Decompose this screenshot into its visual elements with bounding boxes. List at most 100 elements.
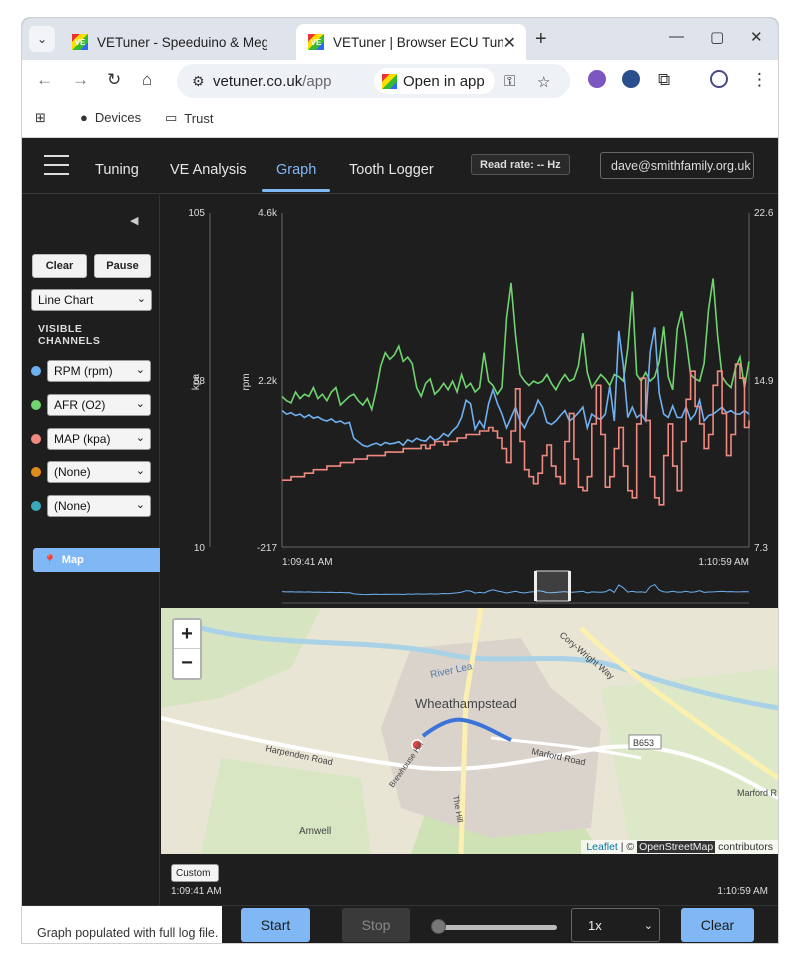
- pause-button[interactable]: Pause: [94, 254, 151, 278]
- channel-3-select[interactable]: MAP (kpa) ⌄: [47, 428, 151, 450]
- app-nav: Tuning VE Analysis Graph Tooth Logger Re…: [22, 138, 778, 194]
- zoom-out-button[interactable]: −: [174, 649, 200, 678]
- channel-1-color-dot: [31, 366, 41, 376]
- start-button[interactable]: Start: [241, 908, 310, 942]
- timeline-end: 1:10:59 AM: [717, 886, 768, 897]
- kpa-tick-label: 10: [194, 543, 206, 554]
- o2-tick-label: 14.9: [754, 376, 774, 387]
- channel-2-select[interactable]: AFR (O2) ⌄: [47, 394, 151, 416]
- home-icon[interactable]: ⌂: [142, 70, 152, 90]
- overview-navigator[interactable]: [281, 570, 750, 604]
- tab-title: VETuner | Browser ECU Tun: [333, 34, 503, 50]
- globe-icon: ●: [80, 110, 88, 125]
- chevron-down-icon: ⌄: [135, 499, 145, 511]
- playback-slider-handle[interactable]: [431, 919, 446, 934]
- time-range-select[interactable]: Custom: [171, 864, 219, 882]
- o2-tick-label: 22.6: [754, 208, 774, 219]
- vetuner-favicon: VE: [308, 34, 324, 50]
- zoom-in-button[interactable]: +: [174, 620, 200, 649]
- bookmark-devices[interactable]: ● Devices: [80, 110, 141, 125]
- chevron-down-icon: ⌄: [135, 364, 145, 376]
- graph-sidebar: ◀ Clear Pause Line Chart ⌄ VISIBLE CHANNE…: [22, 195, 160, 905]
- chart-type-select[interactable]: Line Chart ⌄: [31, 289, 152, 311]
- graph-panel[interactable]: 10558104.6k2.2k-21722.614.97.3kparpmO21:…: [161, 195, 778, 608]
- address-bar[interactable]: ⚙ vetuner.co.uk/app Open in app ⚿ ☆: [177, 64, 570, 98]
- clear-button[interactable]: Clear: [681, 908, 754, 942]
- extensions-puzzle-icon[interactable]: ⧉: [658, 70, 670, 90]
- read-rate-badge: Read rate: -- Hz: [471, 154, 570, 175]
- password-key-icon[interactable]: ⚿: [504, 73, 515, 90]
- maximize-icon[interactable]: ▢: [710, 28, 724, 46]
- overview-handle-right[interactable]: [568, 571, 571, 601]
- forward-icon[interactable]: →: [72, 70, 89, 90]
- line-chart[interactable]: 10558104.6k2.2k-21722.614.97.3kparpmO21:…: [161, 195, 778, 608]
- map-label: Wheathampstead: [415, 696, 517, 711]
- map-attribution: Leaflet | © OpenStreetMap contributors: [581, 840, 778, 854]
- open-in-app-button[interactable]: Open in app: [374, 68, 495, 94]
- o2-tick-label: 7.3: [754, 543, 768, 554]
- back-icon[interactable]: ←: [36, 70, 53, 90]
- playback-slider[interactable]: [437, 925, 557, 930]
- vetuner-favicon: VE: [72, 34, 88, 50]
- playback-speed-select[interactable]: 1x ⌄: [571, 908, 660, 942]
- profile-icon[interactable]: [710, 70, 728, 88]
- apps-grid-icon[interactable]: ⊞: [35, 110, 46, 126]
- bookmark-trust[interactable]: ▭ Trust: [165, 110, 213, 126]
- channel-1-select[interactable]: RPM (rpm) ⌄: [47, 360, 151, 382]
- channel-4-select[interactable]: (None) ⌄: [47, 461, 151, 483]
- tab-search-button[interactable]: ⌄: [29, 26, 55, 52]
- overview-handle-left[interactable]: [534, 571, 537, 601]
- chart-series: [281, 278, 750, 506]
- new-tab-button[interactable]: +: [535, 28, 547, 51]
- stop-button[interactable]: Stop: [342, 908, 410, 942]
- x-end-label: 1:10:59 AM: [698, 557, 749, 568]
- playback-bar: Graph populated with full log file. Star…: [22, 905, 778, 943]
- map-toggle-button[interactable]: 📍 Map: [33, 548, 160, 572]
- site-info-icon[interactable]: ⚙: [192, 73, 205, 90]
- collapse-sidebar-icon[interactable]: ◀: [130, 214, 138, 227]
- channel-5-color-dot: [31, 501, 41, 511]
- tab-tuning[interactable]: Tuning: [95, 162, 139, 178]
- tab-tooth-logger[interactable]: Tooth Logger: [349, 162, 434, 178]
- timeline-start: 1:09:41 AM: [171, 886, 222, 897]
- chevron-down-icon: ⌄: [36, 32, 48, 46]
- browser-toolbar: ← → ↻ ⌂ ⚙ vetuner.co.uk/app Open in app …: [22, 60, 778, 100]
- map-label: Amwell: [299, 826, 331, 837]
- channel-5-select[interactable]: (None) ⌄: [47, 495, 151, 517]
- browser-tab-1[interactable]: VE VETuner - Speeduino & Meg: [60, 24, 290, 60]
- chevron-down-icon: ⌄: [135, 432, 145, 444]
- tab-ve-analysis[interactable]: VE Analysis: [170, 162, 247, 178]
- tab-title: VETuner - Speeduino & Meg: [97, 34, 267, 50]
- leaflet-link[interactable]: Leaflet: [586, 841, 618, 853]
- user-email-button[interactable]: dave@smithfamily.org.uk: [600, 152, 754, 179]
- extension-icon[interactable]: [588, 70, 606, 88]
- map-tiles[interactable]: Wheathampstead River Lea Cory-Wright Way…: [161, 608, 778, 854]
- rpm-axis-label: rpm: [241, 373, 252, 390]
- folder-icon: ▭: [165, 110, 178, 125]
- close-tab-icon[interactable]: ✕: [503, 33, 516, 53]
- chart-axes: 10558104.6k2.2k-21722.614.97.3kparpmO21:…: [188, 208, 774, 568]
- vetuner-favicon: [382, 73, 397, 89]
- kpa-tick-label: 105: [188, 208, 205, 219]
- reload-icon[interactable]: ↻: [107, 70, 121, 90]
- map-label: Marford R: [737, 788, 778, 798]
- bookmark-star-icon[interactable]: ☆: [537, 73, 550, 91]
- browser-window: ⌄ VE VETuner - Speeduino & Meg VE VETune…: [22, 18, 778, 943]
- tab-graph[interactable]: Graph: [276, 162, 316, 178]
- hamburger-menu-icon[interactable]: [44, 155, 69, 175]
- url-text: vetuner.co.uk/app: [213, 73, 332, 90]
- browser-tab-2[interactable]: VE VETuner | Browser ECU Tun ✕: [296, 24, 526, 60]
- chevron-down-icon: ⌄: [135, 465, 145, 477]
- chevron-down-icon: ⌄: [136, 293, 146, 305]
- gps-map[interactable]: Wheathampstead River Lea Cory-Wright Way…: [161, 608, 778, 854]
- rpm-tick-label: 4.6k: [258, 208, 278, 219]
- menu-kebab-icon[interactable]: ⋮: [751, 70, 768, 90]
- overview-window[interactable]: [535, 570, 570, 602]
- osm-link[interactable]: OpenStreetMap: [637, 841, 716, 853]
- clear-graph-button[interactable]: Clear: [32, 254, 87, 278]
- extension-icon[interactable]: [622, 70, 640, 88]
- overview-series: [281, 583, 750, 596]
- minimize-icon[interactable]: —: [669, 28, 684, 45]
- channel-4-color-dot: [31, 467, 41, 477]
- close-window-icon[interactable]: ✕: [750, 28, 763, 46]
